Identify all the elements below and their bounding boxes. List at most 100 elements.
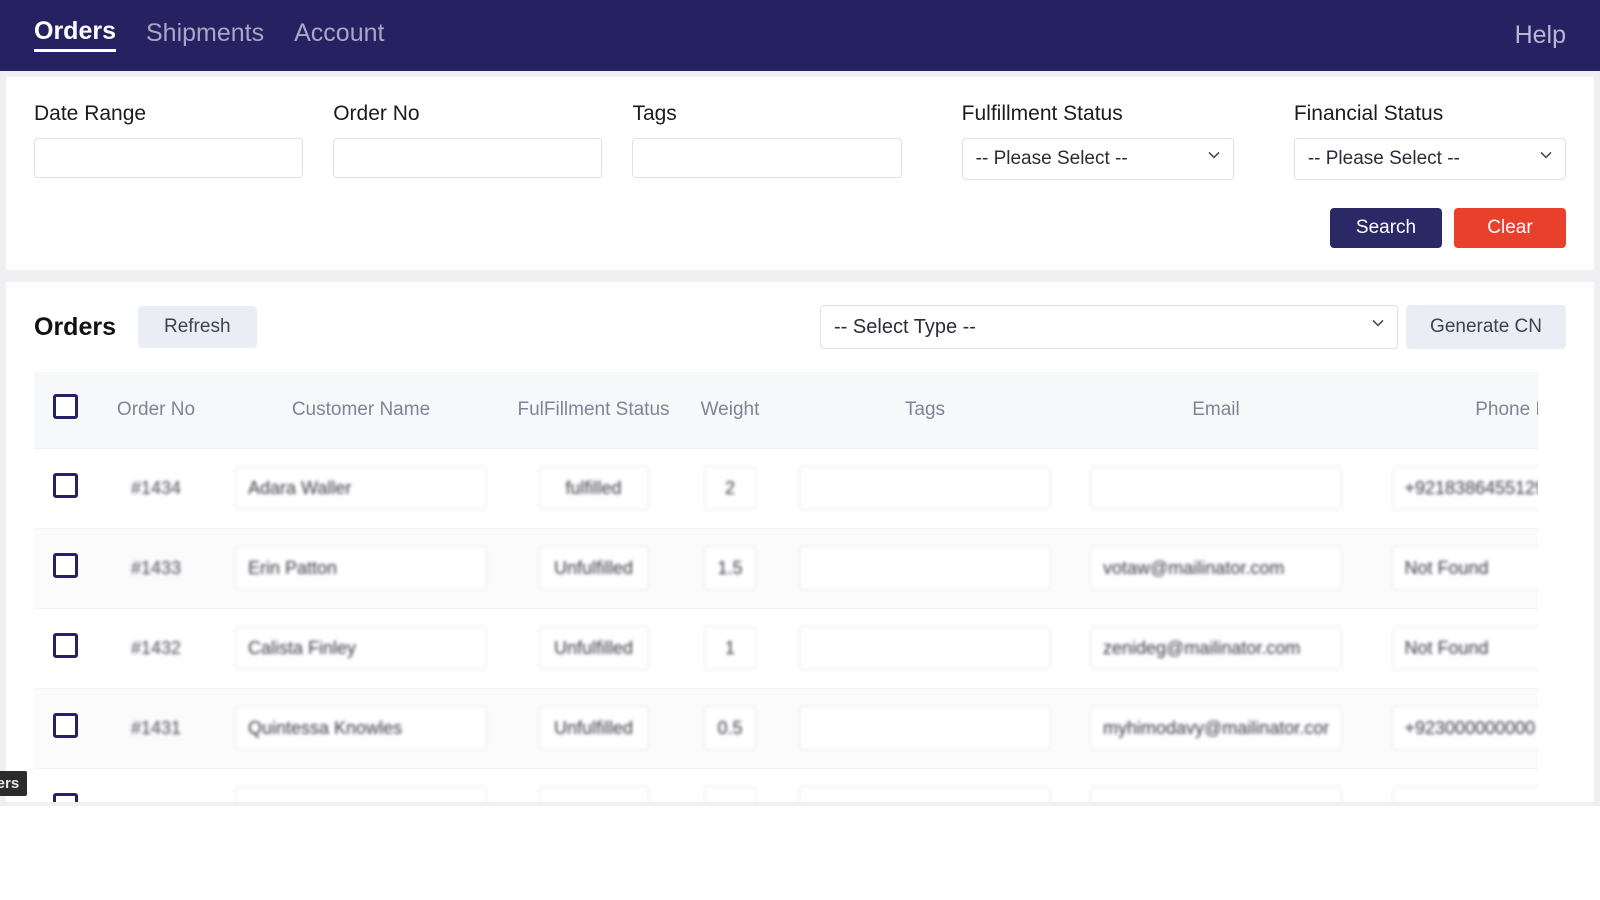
table-row[interactable]: #1434 <box>34 448 1538 528</box>
order-no-input[interactable] <box>333 138 602 178</box>
row-select-cell <box>34 688 96 768</box>
table-header-row: Order No Customer Name FulFillment Statu… <box>34 372 1538 448</box>
cell-customer-name <box>216 688 506 768</box>
column-header-weight[interactable]: Weight <box>681 372 779 448</box>
row-checkbox[interactable] <box>53 553 78 578</box>
cell-order-no: #1434 <box>96 448 216 528</box>
filter-row: Date Range Order No Tags Fulfillment Sta… <box>34 103 1566 180</box>
filter-panel: Date Range Order No Tags Fulfillment Sta… <box>6 77 1594 270</box>
cell-phone-number <box>1361 448 1538 528</box>
fulfillment-status-input[interactable] <box>539 466 649 510</box>
tags-input-cell[interactable] <box>799 546 1051 590</box>
status-chip: Orders <box>0 771 27 796</box>
cell-phone-number <box>1361 608 1538 688</box>
column-header-customer-name[interactable]: Customer Name <box>216 372 506 448</box>
row-checkbox[interactable] <box>53 713 78 738</box>
cell-email <box>1071 608 1361 688</box>
nav-item-account[interactable]: Account <box>294 21 384 51</box>
financial-status-label: Financial Status <box>1294 103 1566 124</box>
financial-status-select-wrap: -- Please Select -- <box>1294 138 1566 180</box>
cell-tags <box>779 448 1071 528</box>
row-select-cell <box>34 768 96 802</box>
help-link[interactable]: Help <box>1515 21 1566 49</box>
weight-input[interactable] <box>704 706 756 750</box>
select-all-checkbox[interactable] <box>53 394 78 419</box>
customer-name-input[interactable] <box>235 706 487 750</box>
row-checkbox[interactable] <box>53 793 78 802</box>
cell-order-no <box>96 768 216 802</box>
cell-order-no: #1431 <box>96 688 216 768</box>
clear-button[interactable]: Clear <box>1454 208 1566 248</box>
order-no-value: #1434 <box>131 478 181 498</box>
app-viewport: Orders Shipments Account Help Date Range… <box>0 0 1600 806</box>
email-input[interactable] <box>1090 466 1342 510</box>
fulfillment-status-input[interactable] <box>539 546 649 590</box>
table-row[interactable]: #1431 <box>34 688 1538 768</box>
phone-number-input[interactable] <box>1392 706 1539 750</box>
fulfillment-status-select[interactable]: -- Please Select -- <box>962 138 1234 180</box>
fulfillment-status-input[interactable] <box>539 626 649 670</box>
row-select-cell <box>34 528 96 608</box>
row-checkbox[interactable] <box>53 473 78 498</box>
customer-name-input[interactable] <box>235 626 487 670</box>
email-input[interactable] <box>1090 626 1342 670</box>
phone-number-input[interactable] <box>1392 546 1539 590</box>
nav-item-shipments[interactable]: Shipments <box>146 21 264 51</box>
email-input[interactable] <box>1090 786 1342 802</box>
phone-number-input[interactable] <box>1392 626 1539 670</box>
cell-customer-name <box>216 528 506 608</box>
customer-name-input[interactable] <box>235 466 487 510</box>
customer-name-input[interactable] <box>235 786 487 802</box>
generate-cn-button[interactable]: Generate CN <box>1406 305 1566 349</box>
orders-table: Order No Customer Name FulFillment Statu… <box>34 372 1538 802</box>
cell-phone-number <box>1361 768 1538 802</box>
type-select[interactable]: -- Select Type -- <box>820 305 1398 349</box>
fulfillment-status-input[interactable] <box>539 786 649 802</box>
order-no-value: #1431 <box>131 718 181 738</box>
cell-tags <box>779 608 1071 688</box>
tags-input-cell[interactable] <box>799 626 1051 670</box>
cell-weight <box>681 528 779 608</box>
cell-phone-number <box>1361 528 1538 608</box>
refresh-button[interactable]: Refresh <box>138 306 257 348</box>
orders-heading: Orders <box>34 313 116 342</box>
cell-tags <box>779 528 1071 608</box>
financial-status-select[interactable]: -- Please Select -- <box>1294 138 1566 180</box>
email-input[interactable] <box>1090 546 1342 590</box>
table-row[interactable]: #1433 <box>34 528 1538 608</box>
search-button[interactable]: Search <box>1330 208 1442 248</box>
cell-customer-name <box>216 768 506 802</box>
orders-table-scroll[interactable]: Order No Customer Name FulFillment Statu… <box>34 372 1538 802</box>
phone-number-input[interactable] <box>1392 466 1539 510</box>
filter-date-range: Date Range <box>34 103 303 178</box>
weight-input[interactable] <box>704 546 756 590</box>
tags-input-cell[interactable] <box>799 466 1051 510</box>
email-input[interactable] <box>1090 706 1342 750</box>
weight-input[interactable] <box>704 466 756 510</box>
customer-name-input[interactable] <box>235 546 487 590</box>
date-range-input[interactable] <box>34 138 303 178</box>
table-row[interactable] <box>34 768 1538 802</box>
column-header-order-no[interactable]: Order No <box>96 372 216 448</box>
tags-input[interactable] <box>632 138 901 178</box>
tags-input-cell[interactable] <box>799 706 1051 750</box>
type-select-value: -- Select Type -- <box>834 316 976 339</box>
orders-table-body: #1434 <box>34 448 1538 802</box>
weight-input[interactable] <box>704 786 756 802</box>
cell-fulfillment-status <box>506 688 681 768</box>
fulfillment-status-input[interactable] <box>539 706 649 750</box>
cell-customer-name <box>216 448 506 528</box>
weight-input[interactable] <box>704 626 756 670</box>
phone-number-input[interactable] <box>1392 786 1539 802</box>
tags-input-cell[interactable] <box>799 786 1051 802</box>
nav-item-orders[interactable]: Orders <box>34 19 116 52</box>
row-checkbox[interactable] <box>53 633 78 658</box>
column-header-phone-number[interactable]: Phone Nu <box>1361 372 1538 448</box>
table-row[interactable]: #1432 <box>34 608 1538 688</box>
column-header-email[interactable]: Email <box>1071 372 1361 448</box>
fulfillment-status-select-wrap: -- Please Select -- <box>962 138 1234 180</box>
date-range-label: Date Range <box>34 103 303 124</box>
column-header-fulfillment-status[interactable]: FulFillment Status <box>506 372 681 448</box>
type-select-wrap: -- Select Type -- <box>820 305 1398 349</box>
column-header-tags[interactable]: Tags <box>779 372 1071 448</box>
